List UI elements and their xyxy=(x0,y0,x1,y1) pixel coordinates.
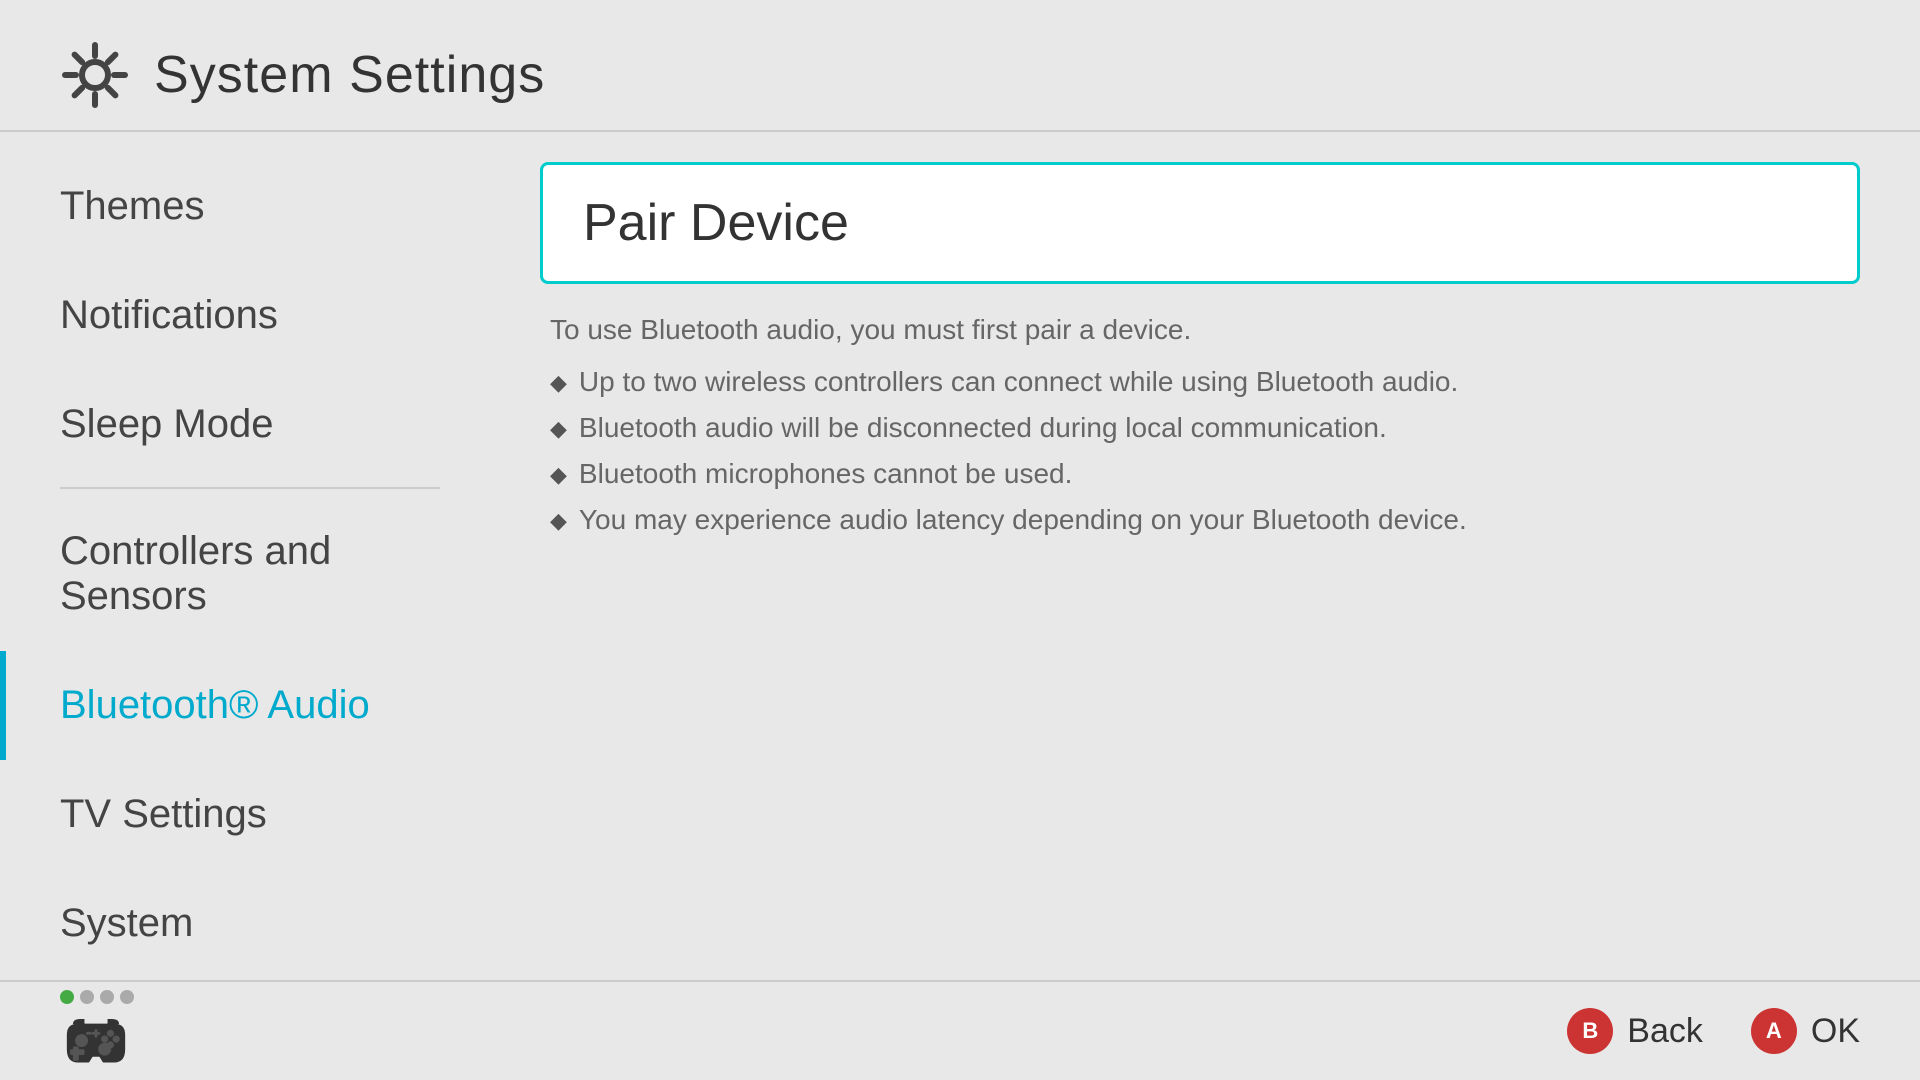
ok-button[interactable]: A OK xyxy=(1751,1008,1860,1054)
sidebar-item-notifications[interactable]: Notifications xyxy=(0,261,500,370)
bullet-list: ◆ Up to two wireless controllers can con… xyxy=(540,366,1860,536)
controller-dots xyxy=(60,990,134,1004)
controller-icon xyxy=(60,1012,132,1072)
diamond-icon-3: ◆ xyxy=(550,462,567,488)
back-button[interactable]: B Back xyxy=(1567,1008,1703,1054)
sidebar-item-system[interactable]: System xyxy=(0,869,500,978)
pair-device-button[interactable]: Pair Device xyxy=(540,162,1860,284)
diamond-icon-2: ◆ xyxy=(550,416,567,442)
main-content: Pair Device To use Bluetooth audio, you … xyxy=(500,132,1920,952)
content-area: Themes Notifications Sleep Mode Controll… xyxy=(0,132,1920,952)
footer-right: B Back A OK xyxy=(1567,1008,1860,1054)
dot-1 xyxy=(60,990,74,1004)
sidebar-item-bluetooth-audio[interactable]: Bluetooth® Audio xyxy=(0,651,500,760)
dot-3 xyxy=(100,990,114,1004)
b-button-circle: B xyxy=(1567,1008,1613,1054)
diamond-icon-1: ◆ xyxy=(550,370,567,396)
sidebar-item-controllers-sensors[interactable]: Controllers and Sensors xyxy=(0,497,500,651)
bullet-item-1: ◆ Up to two wireless controllers can con… xyxy=(550,366,1860,398)
page-title: System Settings xyxy=(154,45,545,105)
settings-gear-icon xyxy=(60,40,130,110)
controller-wrapper xyxy=(60,990,134,1072)
back-label: Back xyxy=(1627,1012,1703,1051)
bullet-item-2: ◆ Bluetooth audio will be disconnected d… xyxy=(550,412,1860,444)
bullet-item-4: ◆ You may experience audio latency depen… xyxy=(550,504,1860,536)
dot-2 xyxy=(80,990,94,1004)
page-header: System Settings xyxy=(0,0,1920,130)
sidebar-item-sleep-mode[interactable]: Sleep Mode xyxy=(0,370,500,479)
sidebar-item-tv-settings[interactable]: TV Settings xyxy=(0,760,500,869)
sidebar-item-themes[interactable]: Themes xyxy=(0,152,500,261)
sidebar: Themes Notifications Sleep Mode Controll… xyxy=(0,132,500,952)
ok-label: OK xyxy=(1811,1012,1860,1051)
a-button-circle: A xyxy=(1751,1008,1797,1054)
bullet-item-3: ◆ Bluetooth microphones cannot be used. xyxy=(550,458,1860,490)
diamond-icon-4: ◆ xyxy=(550,508,567,534)
footer: B Back A OK xyxy=(0,980,1920,1080)
intro-text: To use Bluetooth audio, you must first p… xyxy=(540,314,1860,346)
footer-left xyxy=(60,990,134,1072)
sidebar-divider xyxy=(60,487,440,489)
dot-4 xyxy=(120,990,134,1004)
